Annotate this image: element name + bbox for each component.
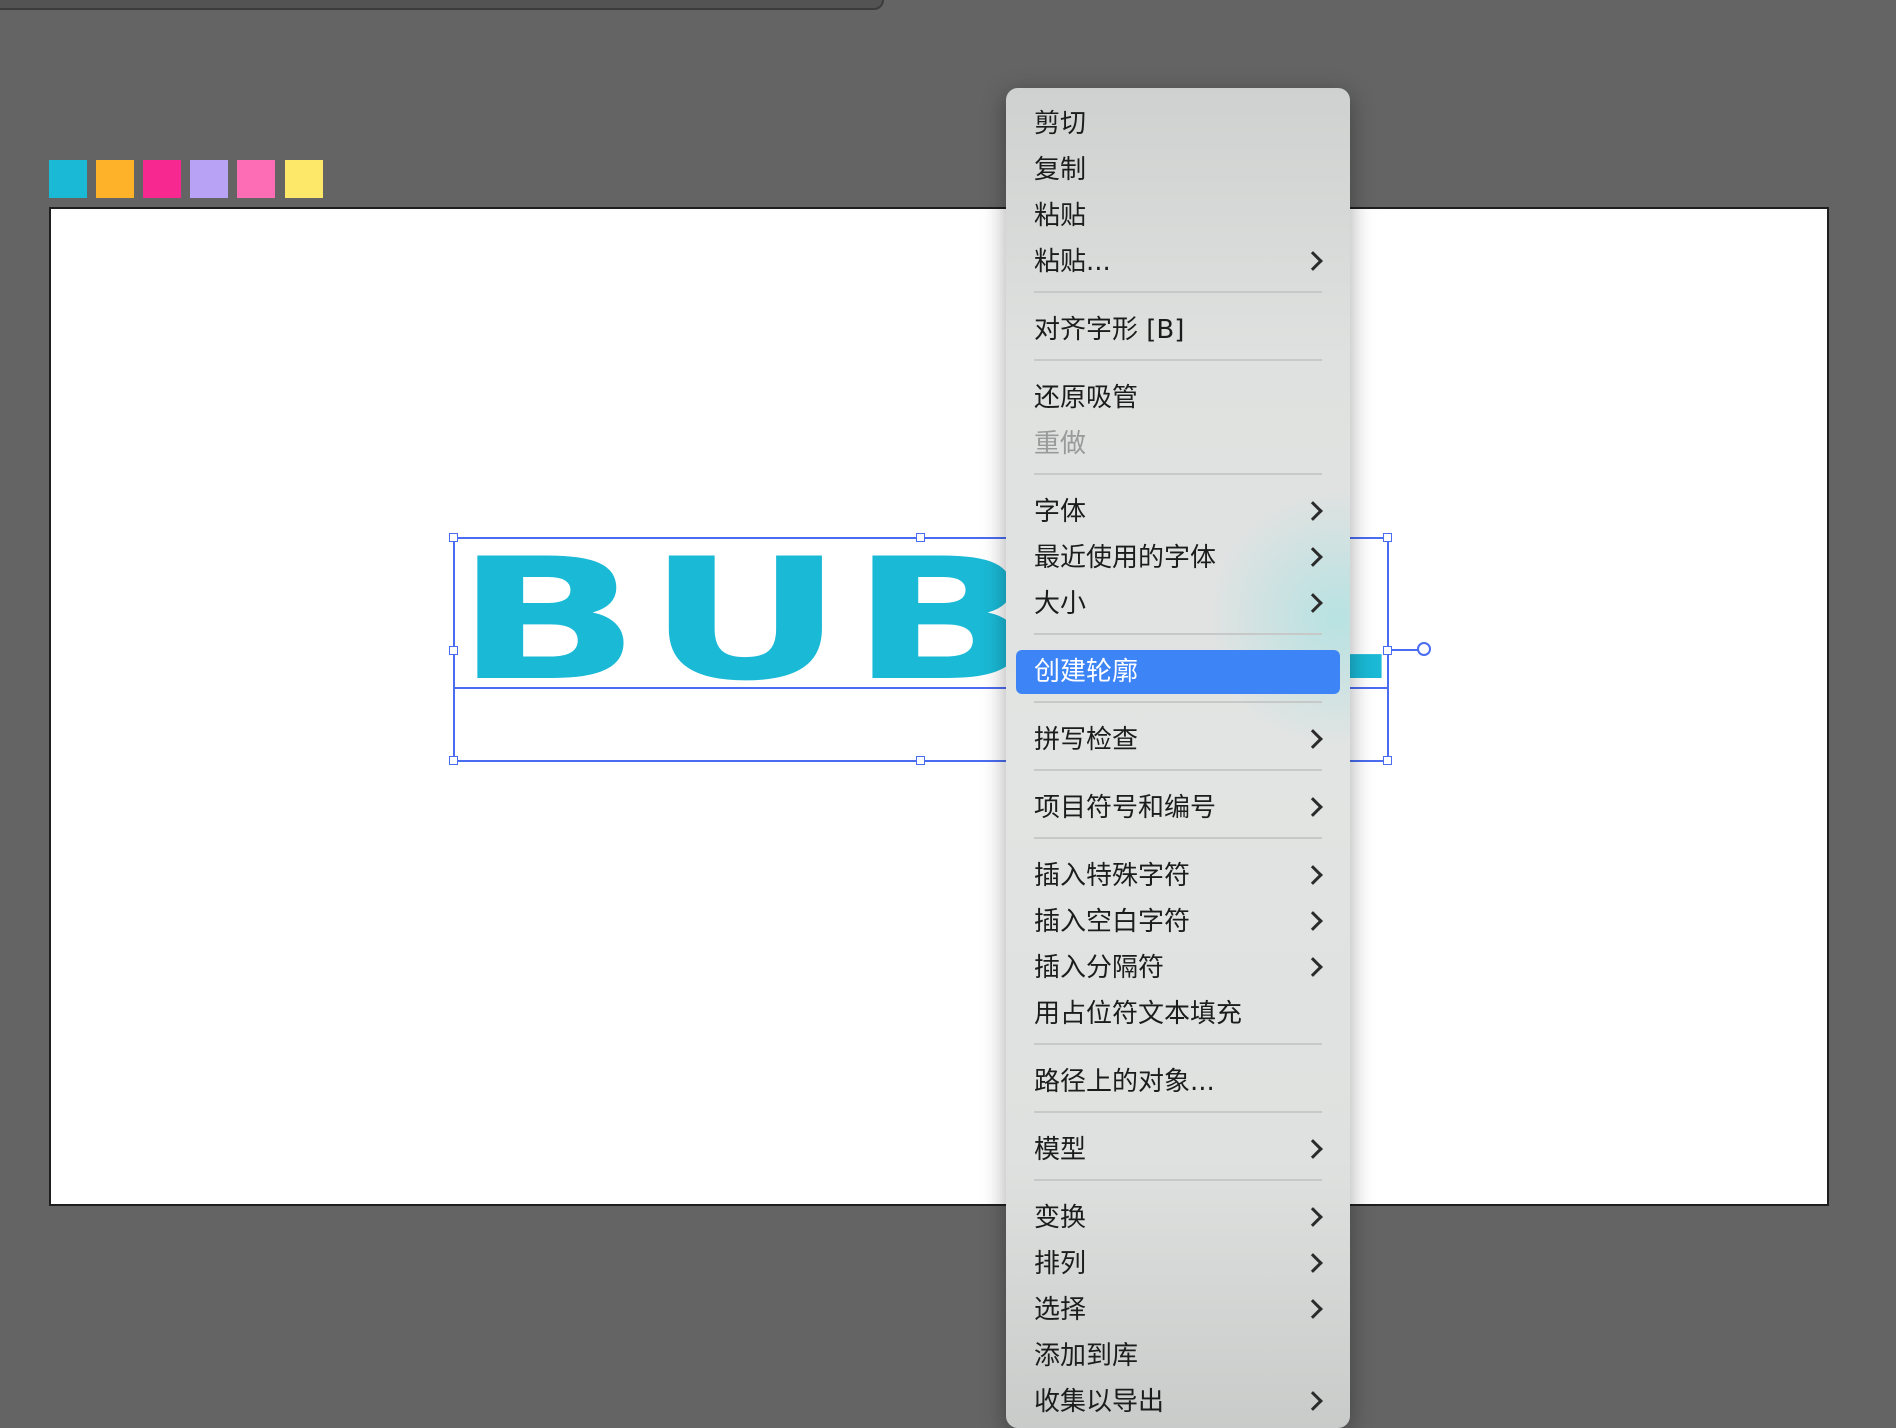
menu-item[interactable]: 选择	[1006, 1288, 1350, 1332]
menu-item[interactable]: 还原吸管	[1006, 376, 1350, 420]
menu-item-label: 拼写检查	[1034, 725, 1139, 755]
menu-separator	[1034, 473, 1322, 475]
menu-item-label: 大小	[1034, 589, 1087, 619]
menu-item-label: 复制	[1034, 155, 1087, 185]
chevron-right-icon	[1303, 501, 1323, 521]
menu-item[interactable]: 模型	[1006, 1128, 1350, 1172]
color-swatch[interactable]	[285, 160, 323, 198]
menu-item[interactable]: 字体	[1006, 490, 1350, 534]
menu-item-label: 收集以导出	[1034, 1387, 1165, 1417]
chevron-right-icon	[1303, 957, 1323, 977]
menu-item-label: 插入空白字符	[1034, 907, 1191, 937]
chevron-right-icon	[1303, 1207, 1323, 1227]
color-swatch[interactable]	[190, 160, 228, 198]
menu-item[interactable]: 大小	[1006, 582, 1350, 626]
resize-handle[interactable]	[1383, 533, 1392, 542]
menu-item-label: 选择	[1034, 1295, 1087, 1325]
menu-item[interactable]: 插入分隔符	[1006, 946, 1350, 990]
menu-item-label: 路径上的对象...	[1034, 1067, 1215, 1097]
menu-item[interactable]: 插入特殊字符	[1006, 854, 1350, 898]
menu-item[interactable]: 粘贴...	[1006, 240, 1350, 284]
menu-item-label: 排列	[1034, 1249, 1087, 1279]
menu-item-label: 重做	[1034, 429, 1087, 459]
menu-separator	[1034, 1043, 1322, 1045]
menu-item-label: 粘贴	[1034, 201, 1087, 231]
menu-item[interactable]: 路径上的对象...	[1006, 1060, 1350, 1104]
chevron-right-icon	[1303, 865, 1323, 885]
menu-item-label: 添加到库	[1034, 1341, 1139, 1371]
menu-item[interactable]: 创建轮廓	[1016, 650, 1340, 694]
menu-item[interactable]: 复制	[1006, 148, 1350, 192]
menu-item-label: 对齐字形 [B]	[1034, 315, 1185, 345]
resize-handle[interactable]	[449, 533, 458, 542]
menu-item-label: 最近使用的字体	[1034, 543, 1217, 573]
menu-item-label: 插入特殊字符	[1034, 861, 1191, 891]
menu-item-label: 粘贴...	[1034, 247, 1111, 277]
resize-handle[interactable]	[916, 533, 925, 542]
menu-item-label: 项目符号和编号	[1034, 793, 1217, 823]
rotate-handle[interactable]	[1417, 642, 1431, 656]
menu-item[interactable]: 项目符号和编号	[1006, 786, 1350, 830]
chevron-right-icon	[1303, 1299, 1323, 1319]
menu-item: 重做	[1006, 422, 1350, 466]
artboard[interactable]	[49, 207, 1829, 1206]
menu-item-label: 用占位符文本填充	[1034, 999, 1243, 1029]
color-swatch[interactable]	[143, 160, 181, 198]
menu-separator	[1034, 1179, 1322, 1181]
menu-item[interactable]: 收集以导出	[1006, 1380, 1350, 1424]
chevron-right-icon	[1303, 251, 1323, 271]
menu-item-label: 剪切	[1034, 109, 1087, 139]
menu-item-label: 还原吸管	[1034, 383, 1139, 413]
chevron-right-icon	[1303, 1391, 1323, 1411]
color-swatch[interactable]	[96, 160, 134, 198]
menu-separator	[1034, 633, 1322, 635]
menu-item[interactable]: 用占位符文本填充	[1006, 992, 1350, 1036]
menu-separator	[1034, 359, 1322, 361]
menu-item[interactable]: 排列	[1006, 1242, 1350, 1286]
menu-item-label: 字体	[1034, 497, 1087, 527]
chevron-right-icon	[1303, 1253, 1323, 1273]
chevron-right-icon	[1303, 911, 1323, 931]
menu-separator	[1034, 769, 1322, 771]
top-panel-edge	[0, 0, 884, 10]
menu-item[interactable]: 最近使用的字体	[1006, 536, 1350, 580]
menu-item[interactable]: 添加到库	[1006, 1334, 1350, 1378]
menu-item[interactable]: 剪切	[1006, 102, 1350, 146]
context-menu: 剪切复制粘贴粘贴... 对齐字形 [B] 还原吸管重做字体最近使用的字体 大小创建轮廓…	[1006, 88, 1350, 1428]
menu-item[interactable]: 拼写检查	[1006, 718, 1350, 762]
chevron-right-icon	[1303, 797, 1323, 817]
menu-separator	[1034, 291, 1322, 293]
menu-separator	[1034, 701, 1322, 703]
menu-item-label: 插入分隔符	[1034, 953, 1165, 983]
resize-handle[interactable]	[1383, 646, 1392, 655]
chevron-right-icon	[1303, 593, 1323, 613]
menu-item[interactable]: 插入空白字符	[1006, 900, 1350, 944]
rotate-handle-stem	[1391, 649, 1419, 651]
chevron-right-icon	[1303, 547, 1323, 567]
menu-item-label: 模型	[1034, 1135, 1087, 1165]
menu-item-label: 创建轮廓	[1034, 657, 1139, 687]
menu-item[interactable]: 对齐字形 [B]	[1006, 308, 1350, 352]
resize-handle[interactable]	[449, 646, 458, 655]
resize-handle[interactable]	[1383, 756, 1392, 765]
menu-separator	[1034, 837, 1322, 839]
resize-handle[interactable]	[916, 756, 925, 765]
color-swatch[interactable]	[49, 160, 87, 198]
menu-separator	[1034, 1111, 1322, 1113]
menu-item-label: 变换	[1034, 1203, 1087, 1233]
menu-item[interactable]: 变换	[1006, 1196, 1350, 1240]
color-swatch[interactable]	[237, 160, 275, 198]
chevron-right-icon	[1303, 1139, 1323, 1159]
resize-handle[interactable]	[449, 756, 458, 765]
menu-item[interactable]: 粘贴	[1006, 194, 1350, 238]
chevron-right-icon	[1303, 729, 1323, 749]
